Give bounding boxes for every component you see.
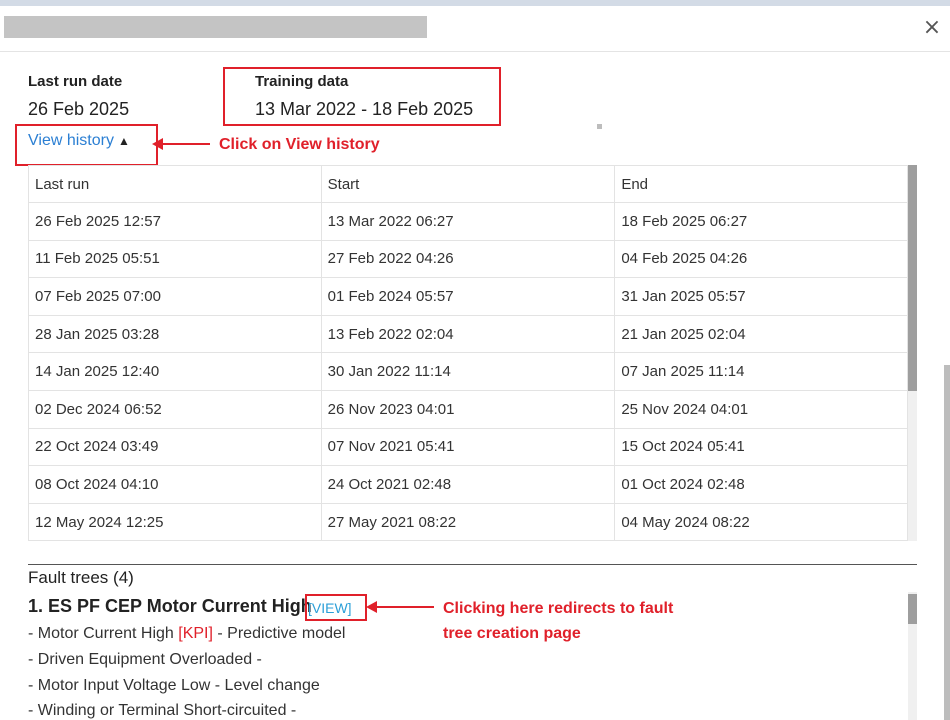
fault-item-text: - Motor Input Voltage Low - Level change (28, 677, 320, 694)
table-cell: 14 Jan 2025 12:40 (28, 352, 322, 391)
table-cell: 15 Oct 2024 05:41 (614, 427, 908, 467)
fault-view-annotation-line1: Clicking here redirects to fault (443, 600, 674, 617)
table-cell: 01 Oct 2024 02:48 (614, 465, 908, 504)
table-cell: 02 Dec 2024 06:52 (28, 389, 322, 429)
training-data-label: Training data (255, 73, 349, 90)
redacted-title (4, 16, 427, 38)
fault-item-text: - Motor Current High (28, 625, 179, 642)
table-cell: 18 Feb 2025 06:27 (614, 202, 908, 241)
last-run-date-label: Last run date (28, 73, 123, 90)
column-header-end: End (614, 165, 908, 203)
table-row: 07 Feb 2025 07:00 01 Feb 2024 05:57 31 J… (28, 277, 908, 316)
fault-tree-view-link[interactable]: [VIEW] (308, 600, 352, 616)
table-cell: 31 Jan 2025 05:57 (614, 277, 908, 316)
table-cell: 26 Nov 2023 04:01 (320, 389, 616, 429)
fault-tree-title: 1. ES PF CEP Motor Current High (28, 596, 312, 616)
annotation-arrow-line (162, 143, 210, 145)
last-run-date-value: 26 Feb 2025 (28, 99, 130, 119)
table-cell: 04 May 2024 08:22 (614, 502, 908, 542)
page-scrollbar-thumb[interactable] (944, 365, 950, 720)
table-row: 02 Dec 2024 06:52 26 Nov 2023 04:01 25 N… (28, 389, 908, 429)
kpi-badge: [KPI] (178, 625, 213, 642)
table-cell: 27 Feb 2022 04:26 (320, 239, 616, 279)
decorative-dot (597, 124, 602, 129)
table-cell: 07 Feb 2025 07:00 (28, 277, 322, 316)
table-cell: 25 Nov 2024 04:01 (614, 389, 908, 429)
table-cell: 04 Feb 2025 04:26 (614, 239, 908, 279)
caret-up-icon: ▲ (117, 134, 130, 148)
table-cell: 12 May 2024 12:25 (28, 502, 322, 542)
fault-item: - Motor Input Voltage Low - Level change (28, 677, 320, 695)
table-row: 26 Feb 2025 12:57 13 Mar 2022 06:27 18 F… (28, 202, 908, 241)
annotation-arrow-line (376, 606, 434, 608)
table-cell: 08 Oct 2024 04:10 (28, 465, 322, 504)
section-divider (28, 564, 917, 565)
table-cell: 07 Nov 2021 05:41 (320, 427, 616, 467)
view-history-toggle[interactable]: View history ▲ (28, 132, 130, 150)
fault-item: - Motor Current High [KPI] - Predictive … (28, 625, 345, 643)
table-scrollbar-thumb[interactable] (908, 165, 917, 391)
table-cell: 21 Jan 2025 02:04 (614, 314, 908, 354)
training-data-value: 13 Mar 2022 - 18 Feb 2025 (255, 99, 474, 119)
fault-item-text: - Driven Equipment Overloaded - (28, 651, 262, 668)
table-row: 14 Jan 2025 12:40 30 Jan 2022 11:14 07 J… (28, 352, 908, 391)
fault-list-scrollbar-thumb[interactable] (908, 594, 917, 624)
table-cell: 13 Mar 2022 06:27 (320, 202, 616, 241)
table-cell: 26 Feb 2025 12:57 (28, 202, 322, 241)
table-row: 28 Jan 2025 03:28 13 Feb 2022 02:04 21 J… (28, 314, 908, 354)
fault-item: - Driven Equipment Overloaded - (28, 651, 262, 669)
table-cell: 22 Oct 2024 03:49 (28, 427, 322, 467)
table-row: 11 Feb 2025 05:51 27 Feb 2022 04:26 04 F… (28, 239, 908, 279)
table-row: 08 Oct 2024 04:10 24 Oct 2021 02:48 01 O… (28, 465, 908, 504)
table-cell: 28 Jan 2025 03:28 (28, 314, 322, 354)
column-header-last-run: Last run (28, 165, 322, 203)
view-history-annotation: Click on View history (219, 136, 380, 153)
table-cell: 01 Feb 2024 05:57 (320, 277, 616, 316)
fault-item: - Winding or Terminal Short-circuited - (28, 702, 296, 720)
table-cell: 24 Oct 2021 02:48 (320, 465, 616, 504)
table-cell: 07 Jan 2025 11:14 (614, 352, 908, 391)
dialog-header: × (0, 6, 950, 52)
table-header-row: Last run Start End (28, 165, 908, 203)
table-row: 12 May 2024 12:25 27 May 2021 08:22 04 M… (28, 502, 908, 542)
table-cell: 11 Feb 2025 05:51 (28, 239, 322, 279)
table-cell: 30 Jan 2022 11:14 (320, 352, 616, 391)
column-header-start: Start (320, 165, 616, 203)
view-history-label: View history (28, 132, 114, 149)
fault-trees-heading: Fault trees (4) (28, 568, 134, 587)
table-cell: 27 May 2021 08:22 (320, 502, 616, 542)
fault-view-annotation-line2: tree creation page (443, 625, 581, 642)
table-cell: 13 Feb 2022 02:04 (320, 314, 616, 354)
close-button[interactable]: × (920, 14, 944, 42)
table-row: 22 Oct 2024 03:49 07 Nov 2021 05:41 15 O… (28, 427, 908, 467)
run-history-table: Last run Start End 26 Feb 2025 12:57 13 … (28, 165, 908, 542)
fault-item-suffix: - Predictive model (212, 625, 346, 642)
fault-item-text: - Winding or Terminal Short-circuited - (28, 702, 297, 719)
